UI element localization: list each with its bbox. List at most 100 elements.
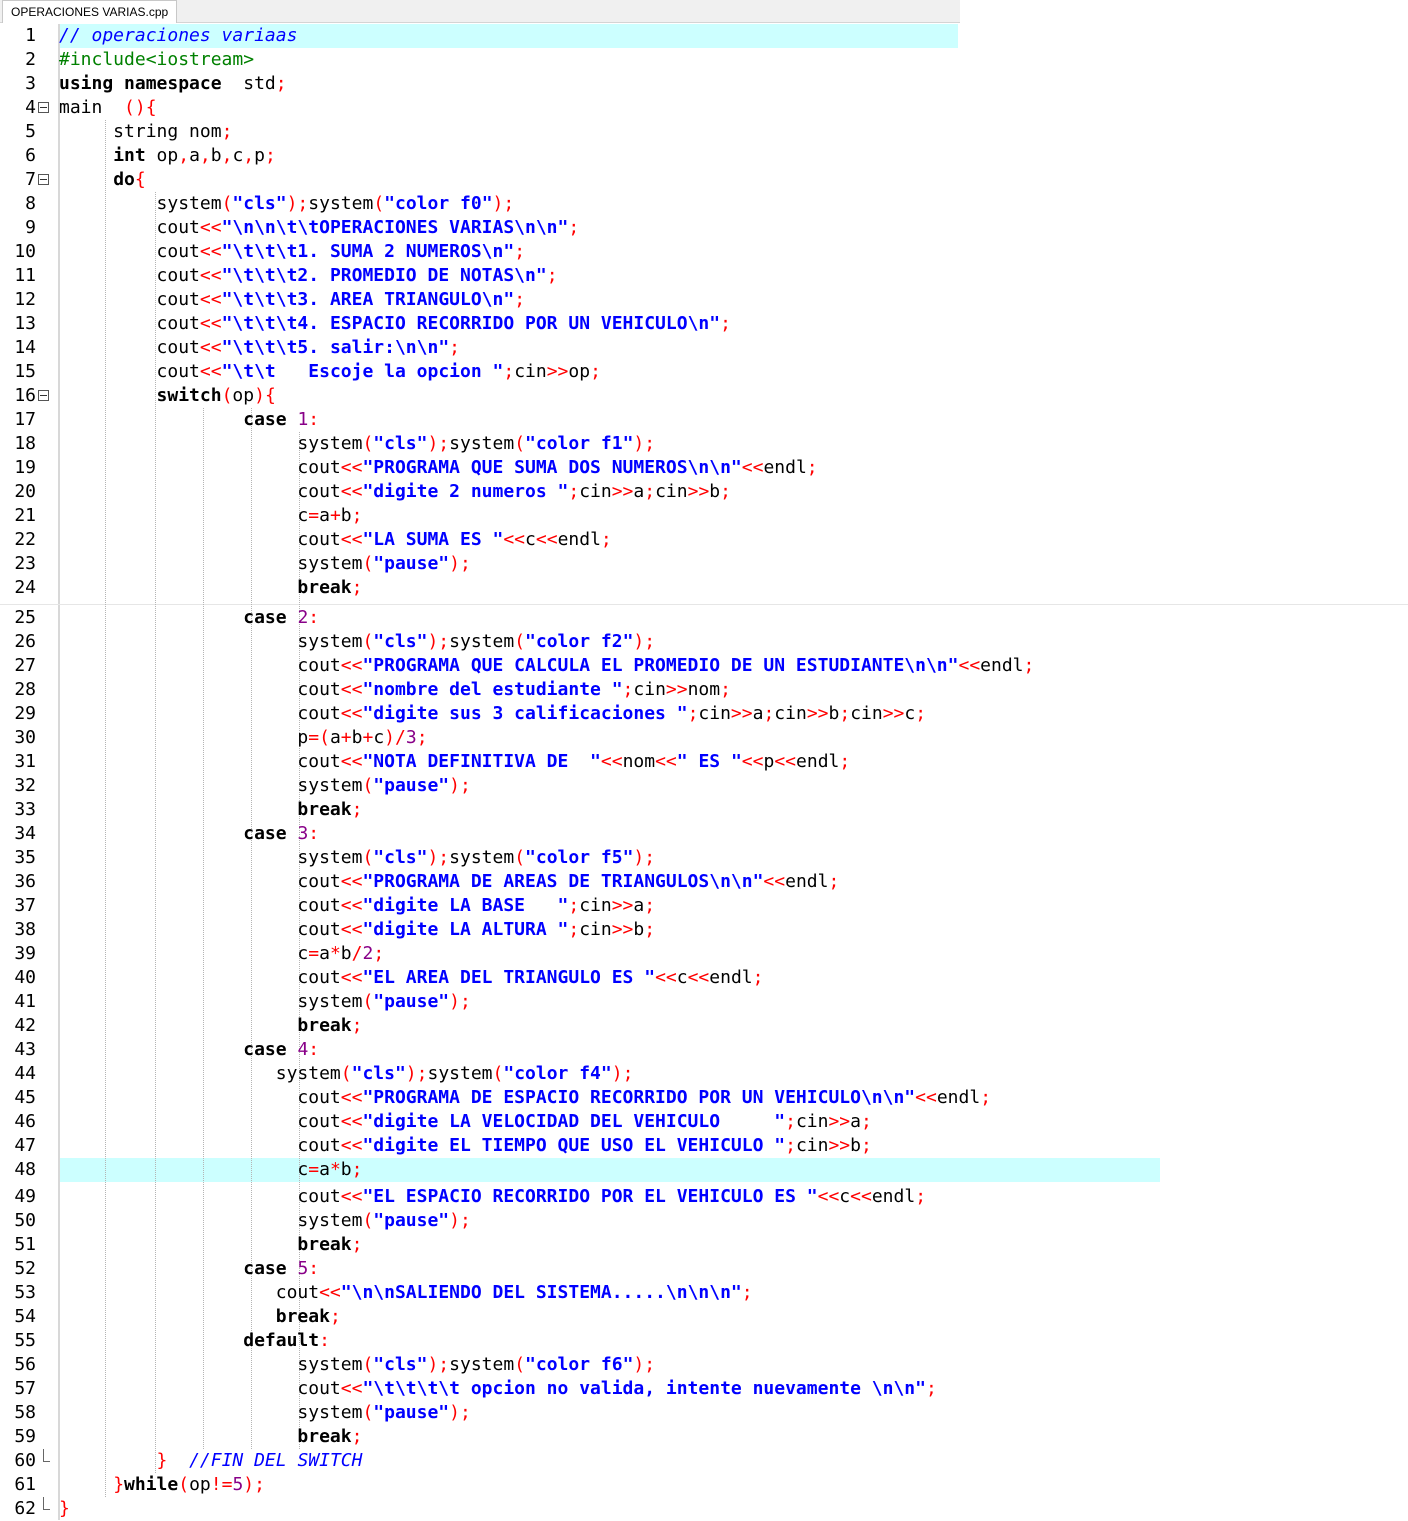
code-token: a	[319, 505, 330, 526]
code-token: endl	[785, 871, 829, 892]
line-number: 40	[14, 967, 36, 988]
code-token: <<	[199, 361, 222, 382]
code-token: a	[319, 943, 330, 964]
code-token: default	[243, 1330, 320, 1351]
code-text: system("cls");system("color f1");	[59, 432, 655, 456]
code-line: 60 } //FIN DEL SWITCH	[0, 1449, 1408, 1473]
code-text: cout<<"PROGRAMA QUE SUMA DOS NUMEROS\n\n…	[59, 456, 817, 480]
code-token: +	[362, 727, 374, 748]
code-token: a	[633, 895, 645, 916]
code-token: >>	[665, 679, 688, 700]
code-token: string nom	[59, 121, 222, 142]
line-number: 62	[14, 1498, 36, 1519]
code-token: (	[362, 847, 374, 868]
code-line: 53 cout<<"\n\nSALIENDO DEL SISTEMA.....\…	[0, 1281, 1408, 1305]
code-token: (	[514, 433, 526, 454]
fold-toggle-icon[interactable]	[38, 390, 49, 401]
code-text: cout<<"digite sus 3 calificaciones ";cin…	[59, 702, 926, 726]
code-token: ;	[514, 241, 526, 262]
code-line: 28 cout<<"nombre del estudiante ";cin>>n…	[0, 678, 1408, 702]
code-token: <<	[199, 313, 222, 334]
code-text: system("cls");system("color f2");	[59, 630, 655, 654]
code-token: cin	[795, 1111, 829, 1132]
code-token: b	[709, 481, 721, 502]
line-number: 61	[14, 1474, 36, 1495]
code-token: 5	[297, 1258, 309, 1279]
code-token: ;	[1023, 655, 1035, 676]
code-token: );	[633, 631, 656, 652]
code-token: "color f5"	[525, 847, 634, 868]
code-token: "EL ESPACIO RECORRIDO POR EL VEHICULO ES…	[362, 1186, 818, 1207]
code-token: =(	[308, 727, 330, 748]
code-token: >>	[546, 361, 569, 382]
code-text: cout<<"digite LA VELOCIDAD DEL VEHICULO …	[59, 1110, 871, 1134]
code-line: 21 c=a+b;	[0, 504, 1408, 528]
code-token: )/	[384, 727, 406, 748]
code-line: 30 p=(a+b+c)/3;	[0, 726, 1408, 750]
code-token: cout	[59, 241, 200, 262]
code-line: 37 cout<<"digite LA BASE ";cin>>a;	[0, 894, 1408, 918]
code-token: cout	[59, 265, 200, 286]
code-token: "\n\n\t\tOPERACIONES VARIAS\n\n"	[221, 217, 569, 238]
code-token: system	[449, 631, 515, 652]
code-line: 22 cout<<"LA SUMA ES "<<c<<endl;	[0, 528, 1408, 552]
code-token: //FIN DEL SWITCH	[189, 1450, 363, 1471]
code-token: a	[189, 145, 200, 166]
code-line: 14 cout<<"\t\t\t5. salir:\n\n";	[0, 336, 1408, 360]
line-number: 41	[14, 991, 36, 1012]
code-token: <<	[199, 217, 222, 238]
code-token: ;	[568, 895, 580, 916]
line-number: 26	[14, 631, 36, 652]
code-text: system("pause");	[59, 990, 470, 1014]
code-token: <<	[600, 751, 623, 772]
line-number: 6	[25, 145, 36, 166]
line-number: 57	[14, 1378, 36, 1399]
code-text: break;	[59, 1305, 341, 1329]
code-token: ;	[351, 1159, 363, 1180]
code-token: "digite LA BASE "	[362, 895, 569, 916]
code-editor[interactable]: 1 // operaciones variaas 2 #include<iostrea…	[0, 24, 1408, 1520]
code-line: 56 system("cls");system("color f6");	[0, 1353, 1408, 1377]
code-token: p	[763, 751, 775, 772]
code-line: 36 cout<<"PROGRAMA DE AREAS DE TRIANGULO…	[0, 870, 1408, 894]
code-token: {	[134, 169, 146, 190]
line-number: 19	[14, 457, 36, 478]
code-token: <<	[340, 703, 363, 724]
line-number: 59	[14, 1426, 36, 1447]
code-line: 46 cout<<"digite LA VELOCIDAD DEL VEHICU…	[0, 1110, 1408, 1134]
code-token: "PROGRAMA DE AREAS DE TRIANGULOS\n\n"	[362, 871, 764, 892]
code-token: <<	[340, 967, 363, 988]
code-line: 47 cout<<"digite EL TIEMPO QUE USO EL VE…	[0, 1134, 1408, 1158]
code-token: <<	[199, 241, 222, 262]
code-token: a	[633, 481, 645, 502]
code-token: <<	[655, 751, 677, 772]
line-number: 21	[14, 505, 36, 526]
code-token: "pause"	[373, 1402, 450, 1423]
code-token: );	[427, 847, 450, 868]
code-token: ;	[600, 529, 612, 550]
code-token: 3	[297, 823, 309, 844]
code-token: ;	[351, 1015, 363, 1036]
code-token: break	[297, 577, 352, 598]
code-token: case	[243, 1258, 287, 1279]
code-token: cin	[579, 895, 612, 916]
code-token: "digite EL TIEMPO QUE USO EL VEHICULO "	[362, 1135, 786, 1156]
code-token: cout	[59, 871, 341, 892]
code-token: <<	[340, 481, 363, 502]
file-tab[interactable]: OPERACIONES VARIAS.cpp	[2, 0, 178, 23]
fold-end-icon	[43, 1449, 50, 1462]
code-text: switch(op){	[59, 384, 276, 408]
code-token: >>	[806, 703, 829, 724]
code-token: system	[59, 1063, 341, 1084]
line-number: 2	[25, 49, 36, 70]
code-text: system("cls");system("color f5");	[59, 846, 655, 870]
code-text: cout<<"nombre del estudiante ";cin>>nom;	[59, 678, 731, 702]
code-token: (	[514, 1354, 526, 1375]
fold-toggle-icon[interactable]	[38, 174, 49, 185]
code-text: cout<<"digite LA BASE ";cin>>a;	[59, 894, 655, 918]
code-token: cin	[514, 361, 547, 382]
line-number: 3	[25, 73, 36, 94]
fold-toggle-icon[interactable]	[38, 102, 49, 113]
line-number: 47	[14, 1135, 36, 1156]
